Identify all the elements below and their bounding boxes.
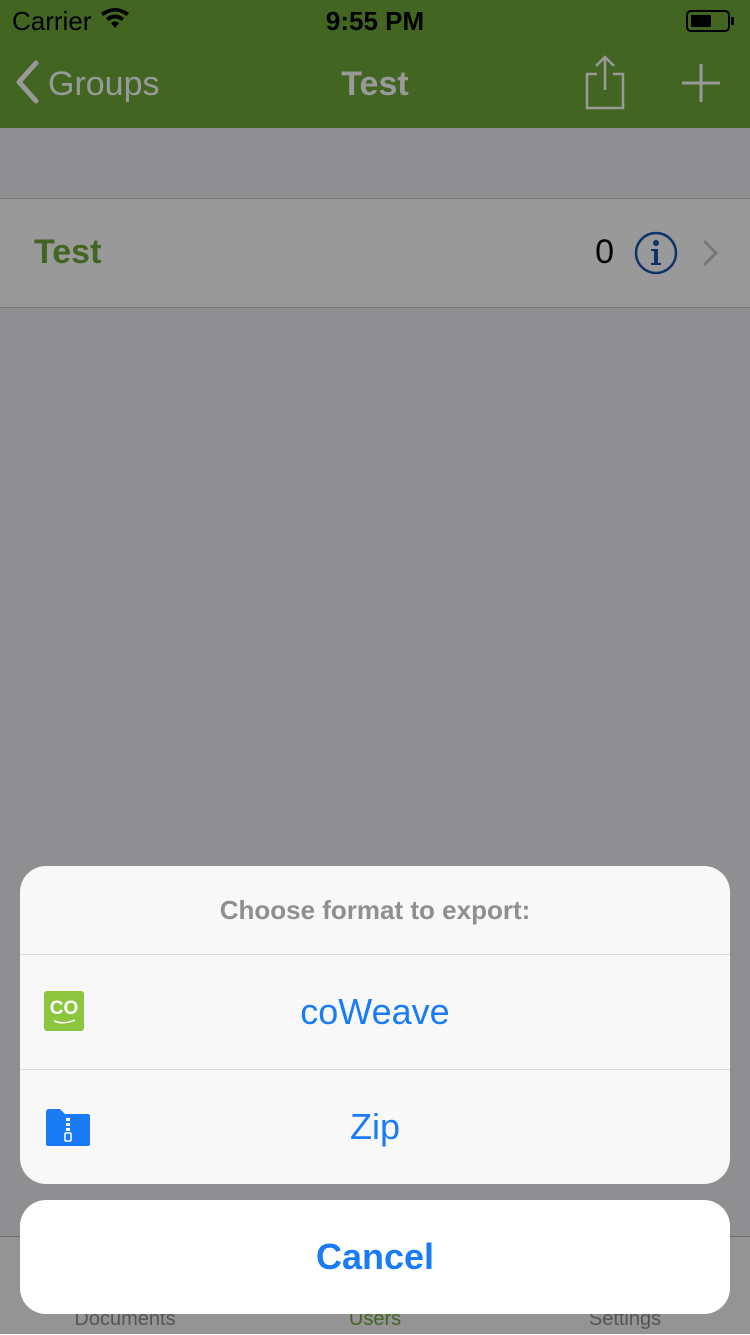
svg-text:CO: CO: [50, 998, 79, 1019]
export-zip-option[interactable]: Zip: [20, 1069, 730, 1184]
action-sheet-title: Choose format to export:: [20, 866, 730, 955]
zip-folder-icon: [44, 1106, 92, 1157]
cancel-button[interactable]: Cancel: [20, 1200, 730, 1314]
export-coweave-option[interactable]: CO coWeave: [20, 955, 730, 1069]
option-label: coWeave: [300, 991, 450, 1032]
export-action-sheet: Choose format to export: CO coWeave Zip: [20, 866, 730, 1184]
coweave-app-icon: CO: [44, 991, 84, 1040]
option-label: Zip: [349, 1106, 400, 1147]
